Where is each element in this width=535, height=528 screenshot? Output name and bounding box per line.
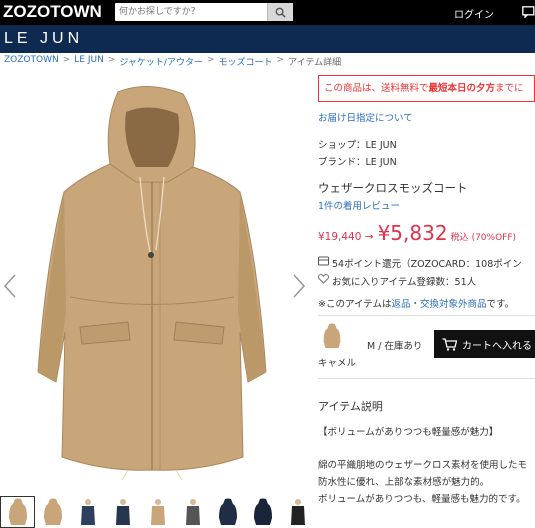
sale-price: ¥5,832 <box>377 221 448 245</box>
search-icon <box>275 7 286 18</box>
thumbnail[interactable] <box>140 496 175 528</box>
divider <box>318 315 535 316</box>
points-icon <box>318 256 329 266</box>
divider <box>318 378 535 379</box>
cart-icon <box>442 337 457 351</box>
breadcrumb-brand[interactable]: LE JUN <box>74 55 104 67</box>
breadcrumb-separator: > <box>206 55 215 65</box>
message-icon[interactable] <box>522 6 535 18</box>
return-text: です。 <box>486 299 515 310</box>
thumbnail[interactable] <box>105 496 140 528</box>
thumbnail[interactable] <box>175 496 210 528</box>
search-button[interactable] <box>267 3 293 21</box>
thumbnail[interactable] <box>245 496 280 528</box>
thumbnail-strip <box>0 496 315 528</box>
delivery-date-link[interactable]: お届け日指定について <box>318 110 413 124</box>
breadcrumb-current: アイテム詳細 <box>288 58 342 68</box>
thumbnail[interactable] <box>35 496 70 528</box>
brand-bar: LE JUN <box>0 25 535 53</box>
zozotown-logo[interactable]: ZOZOTOWN <box>3 1 102 23</box>
thumbnail[interactable] <box>280 496 315 528</box>
search-box <box>115 3 293 21</box>
breadcrumb-separator: > <box>62 55 71 65</box>
breadcrumb-category[interactable]: ジャケット/アウター <box>119 55 203 68</box>
product-main-image[interactable] <box>18 82 286 482</box>
add-to-cart-button[interactable]: カートへ入れる <box>434 330 535 358</box>
favorites-count: お気に入りアイテム登録数：51人 <box>332 277 477 288</box>
original-price: ¥19,440 → <box>318 231 374 243</box>
discount-label: (70%OFF) <box>471 233 517 243</box>
breadcrumb-subcategory[interactable]: モッズコート <box>219 55 273 68</box>
top-bar: ZOZOTOWN ログイン <box>0 0 535 25</box>
price-row: ¥19,440 → ¥5,832 税込 (70%OFF) <box>318 221 516 245</box>
points-text: 54ポイント還元（ZOZOCARD：108ポイン <box>332 259 522 270</box>
notice-text: までに <box>495 83 524 94</box>
description-line: 綿の平織朋地のウェザークロス素材を使用したモ <box>318 460 528 471</box>
color-name: キャメル <box>318 358 357 369</box>
breadcrumb: ZOZOTOWN > LE JUN > ジャケット/アウター > モッズコート > アイ… <box>4 55 342 68</box>
thumbnail[interactable] <box>210 496 245 528</box>
thumbnail[interactable] <box>70 496 105 528</box>
chevron-left-icon[interactable] <box>3 273 17 299</box>
shop-label: ショップ：LE JUN <box>318 140 397 151</box>
description-line: 防水性に優れ、上部な素材感が魅力的。 <box>318 477 490 488</box>
notice-highlight: 最短本日の夕方 <box>428 83 496 94</box>
heart-icon[interactable] <box>318 274 329 284</box>
size-stock: M / 在庫あり <box>367 341 423 352</box>
description-line: ボリュームがありつつも、軽量感も魅力的です。 <box>318 494 526 505</box>
review-link[interactable]: 1件の着用レビュー <box>318 198 400 212</box>
thumbnail[interactable] <box>0 496 35 528</box>
color-swatch-image[interactable] <box>322 323 342 349</box>
description-heading: アイテム説明 <box>318 400 383 413</box>
shipping-notice: この商品は、送料無料で最短本日の夕方までに <box>318 75 535 102</box>
brand-logo[interactable]: LE JUN <box>4 30 83 48</box>
breadcrumb-separator: > <box>107 55 116 65</box>
return-policy-link[interactable]: 返品・交換対象外商品 <box>392 299 487 310</box>
breadcrumb-zozotown[interactable]: ZOZOTOWN <box>4 55 59 67</box>
return-text: ※このアイテムは <box>318 299 392 310</box>
product-title: ウェザークロスモッズコート <box>318 181 468 195</box>
add-to-cart-label: カートへ入れる <box>462 340 532 352</box>
description-line: 【ボリュームがありつつも軽量感が魅力】 <box>318 427 499 438</box>
notice-text: この商品は、送料無料で <box>324 83 429 94</box>
chevron-right-icon[interactable] <box>292 273 306 299</box>
breadcrumb-separator: > <box>276 55 285 65</box>
return-notice: ※このアイテムは返品・交換対象外商品です。 <box>318 296 514 310</box>
brand-label: ブランド：LE JUN <box>318 157 397 168</box>
search-input[interactable] <box>119 4 264 20</box>
tax-label: 税込 <box>450 233 469 243</box>
login-link[interactable]: ログイン <box>454 6 494 21</box>
